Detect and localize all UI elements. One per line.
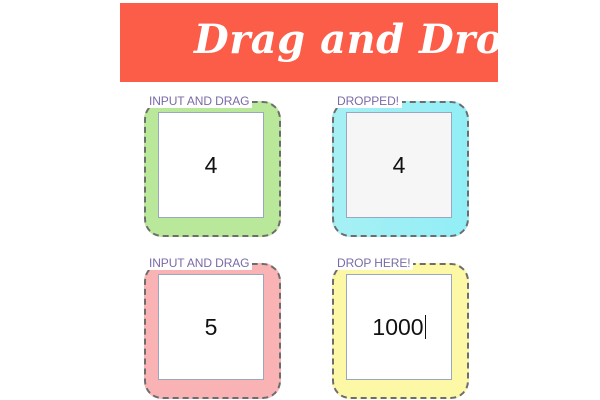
header-banner: Drag and Drop xyxy=(120,3,531,82)
input-drag-cell-top[interactable]: INPUT AND DRAG 4 xyxy=(144,94,281,237)
input-drag-cell-bottom[interactable]: INPUT AND DRAG 5 xyxy=(144,256,281,399)
cell-label: INPUT AND DRAG xyxy=(147,256,253,270)
cell-label: DROPPED! xyxy=(335,94,402,108)
number-input-bottom[interactable]: 5 xyxy=(158,274,264,380)
dropped-zone[interactable]: DROPPED! 4 xyxy=(332,94,469,237)
dropped-value-box: 4 xyxy=(346,112,452,218)
input-value: 5 xyxy=(204,313,218,340)
number-input-top[interactable]: 4 xyxy=(158,112,264,218)
dropped-value: 4 xyxy=(392,151,406,178)
page-title: Drag and Drop xyxy=(194,16,532,63)
drop-here-zone[interactable]: DROP HERE! 1000 xyxy=(332,256,469,399)
drop-input-value: 1000 xyxy=(372,313,424,340)
input-value: 4 xyxy=(204,151,218,178)
cell-label: INPUT AND DRAG xyxy=(147,94,253,108)
drop-input-box[interactable]: 1000 xyxy=(346,274,452,380)
page: Drag and Drop INPUT AND DRAG 4 DROPPED! … xyxy=(0,0,600,400)
text-caret xyxy=(424,315,426,339)
cell-label: DROP HERE! xyxy=(335,256,414,270)
